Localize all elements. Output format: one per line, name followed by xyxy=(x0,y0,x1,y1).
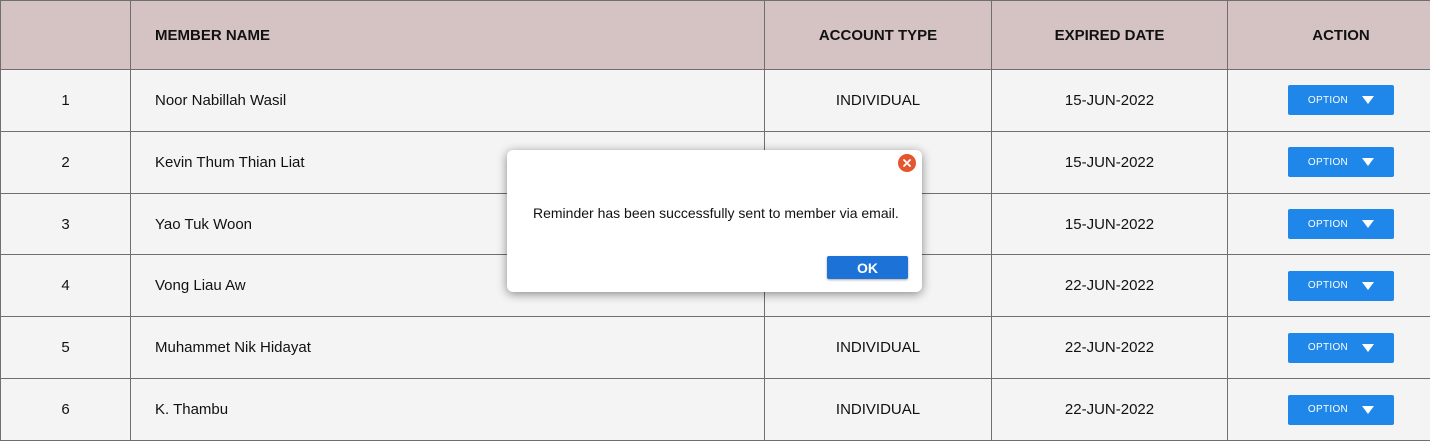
action-cell: OPTION xyxy=(1227,69,1430,132)
close-x-glyph xyxy=(903,159,911,167)
action-cell: OPTION xyxy=(1227,316,1430,380)
action-cell: OPTION xyxy=(1227,130,1430,194)
header-expired-date: EXPIRED DATE xyxy=(991,0,1228,70)
option-label: OPTION xyxy=(1307,218,1349,230)
option-dropdown-button[interactable]: OPTION xyxy=(1288,147,1394,178)
reminder-sent-dialog: Reminder has been successfully sent to m… xyxy=(507,150,922,292)
caret-down-icon xyxy=(1362,405,1375,414)
option-label: OPTION xyxy=(1307,156,1349,168)
ok-button[interactable]: OK xyxy=(827,256,908,279)
header-action: ACTION xyxy=(1227,0,1430,70)
option-label: OPTION xyxy=(1307,94,1349,106)
table-row: 1 Noor Nabillah Wasil INDIVIDUAL 15-JUN-… xyxy=(0,69,1430,132)
close-icon[interactable] xyxy=(898,154,916,172)
member-list-page: MEMBER NAME ACCOUNT TYPE EXPIRED DATE AC… xyxy=(0,0,1430,442)
option-dropdown-button[interactable]: OPTION xyxy=(1288,85,1394,116)
expired-date: 15-JUN-2022 xyxy=(991,192,1228,256)
caret-down-icon xyxy=(1362,281,1375,290)
option-dropdown-button[interactable]: OPTION xyxy=(1288,332,1394,363)
account-type: INDIVIDUAL xyxy=(764,69,992,132)
action-cell: OPTION xyxy=(1227,254,1430,318)
row-number: 5 xyxy=(0,316,131,380)
member-name: Noor Nabillah Wasil xyxy=(130,69,765,132)
table-row: 5 Muhammet Nik Hidayat INDIVIDUAL 22-JUN… xyxy=(0,316,1430,380)
option-dropdown-button[interactable]: OPTION xyxy=(1288,270,1394,301)
table-row: 6 K. Thambu INDIVIDUAL 22-JUN-2022 OPTIO… xyxy=(0,378,1430,441)
caret-down-icon xyxy=(1362,220,1375,229)
table-header-row: MEMBER NAME ACCOUNT TYPE EXPIRED DATE AC… xyxy=(0,0,1430,70)
caret-down-icon xyxy=(1362,158,1375,167)
row-number: 3 xyxy=(0,192,131,256)
expired-date: 15-JUN-2022 xyxy=(991,130,1228,194)
option-dropdown-button[interactable]: OPTION xyxy=(1288,394,1394,425)
caret-down-icon xyxy=(1362,343,1375,352)
caret-down-icon xyxy=(1362,96,1375,105)
member-name: K. Thambu xyxy=(130,378,765,441)
dialog-message: Reminder has been successfully sent to m… xyxy=(533,205,899,221)
header-account-type: ACCOUNT TYPE xyxy=(764,0,992,70)
action-cell: OPTION xyxy=(1227,378,1430,441)
option-label: OPTION xyxy=(1307,280,1349,292)
expired-date: 15-JUN-2022 xyxy=(991,69,1228,132)
option-label: OPTION xyxy=(1307,404,1349,416)
option-dropdown-button[interactable]: OPTION xyxy=(1288,209,1394,240)
account-type: INDIVIDUAL xyxy=(764,378,992,441)
option-label: OPTION xyxy=(1307,342,1349,354)
member-name: Muhammet Nik Hidayat xyxy=(130,316,765,380)
row-number: 6 xyxy=(0,378,131,441)
row-number: 1 xyxy=(0,69,131,132)
row-number: 4 xyxy=(0,254,131,318)
expired-date: 22-JUN-2022 xyxy=(991,316,1228,380)
header-number xyxy=(0,0,131,70)
row-number: 2 xyxy=(0,130,131,194)
header-member-name: MEMBER NAME xyxy=(130,0,765,70)
action-cell: OPTION xyxy=(1227,192,1430,256)
account-type: INDIVIDUAL xyxy=(764,316,992,380)
expired-date: 22-JUN-2022 xyxy=(991,378,1228,441)
expired-date: 22-JUN-2022 xyxy=(991,254,1228,318)
